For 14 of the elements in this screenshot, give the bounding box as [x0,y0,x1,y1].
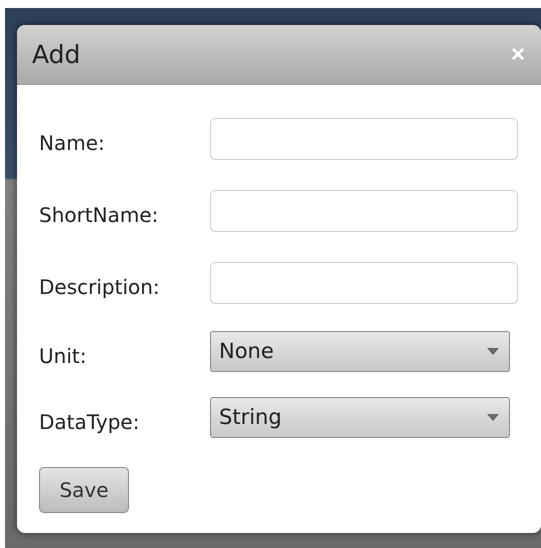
field-label: Unit: [39,344,88,368]
field-label: Name: [39,131,106,155]
save-button[interactable]: Save [39,467,129,513]
input-field[interactable] [210,190,518,232]
caret-icon [487,348,499,354]
field-label: Description: [39,275,161,299]
dialog-title: Add [32,40,80,69]
input-field[interactable] [210,262,518,304]
dropdown[interactable]: String [210,396,510,438]
dropdown[interactable]: None [210,330,510,372]
field-label: ShortName: [39,203,160,227]
caret-icon [487,414,499,420]
field-label: DataType: [39,410,140,434]
input-field[interactable] [210,118,518,160]
